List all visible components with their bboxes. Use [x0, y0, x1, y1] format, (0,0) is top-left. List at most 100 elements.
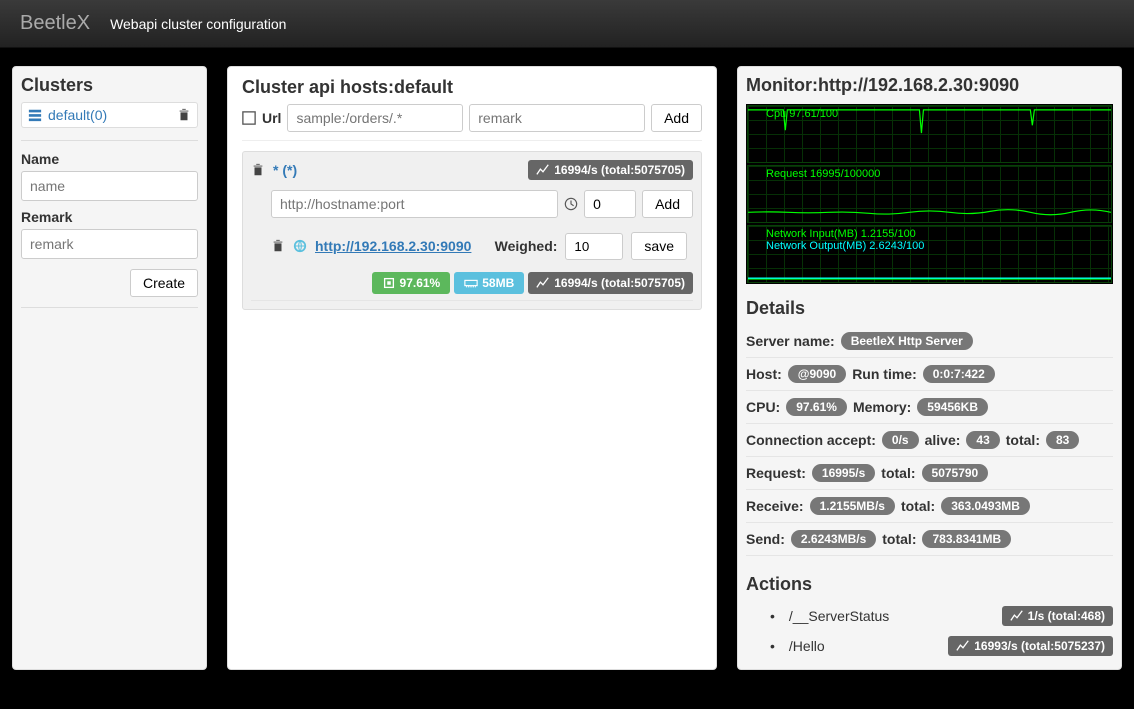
- divider: [21, 140, 198, 141]
- recv-total-v: 363.0493MB: [941, 497, 1030, 515]
- cpu-chart: Cpu 97.61/100: [747, 105, 1112, 163]
- list-icon: [28, 108, 42, 122]
- action-item: /__ServerStatus 1/s (total:468): [770, 601, 1113, 631]
- detail-request: Request: 16995/s total: 5075790: [746, 457, 1113, 490]
- cpu-icon: [382, 276, 396, 290]
- host-input[interactable]: [271, 190, 558, 218]
- action-rate-badge: 16993/s (total:5075237): [948, 636, 1113, 656]
- add-host-button[interactable]: Add: [642, 190, 693, 218]
- create-button[interactable]: Create: [130, 269, 198, 297]
- cpu-badge: 97.61%: [372, 272, 451, 294]
- host-k: Host:: [746, 366, 782, 382]
- send-total-v: 783.8341MB: [922, 530, 1011, 548]
- remark-label: Remark: [21, 209, 198, 225]
- cluster-link[interactable]: default(0): [48, 107, 171, 123]
- weighed-input[interactable]: [565, 233, 623, 260]
- trash-icon[interactable]: [177, 108, 191, 122]
- save-button[interactable]: save: [631, 232, 687, 260]
- server-rate-text: 16994/s (total:5075705): [554, 276, 685, 290]
- monitor-title: Monitor:http://192.168.2.30:9090: [746, 75, 1113, 96]
- req-k: Request:: [746, 465, 806, 481]
- detail-conn: Connection accept: 0/s alive: 43 total: …: [746, 424, 1113, 457]
- hosts-title-prefix: Cluster api hosts:: [242, 77, 394, 97]
- url-remark-input[interactable]: [469, 104, 645, 132]
- send-total-k: total:: [882, 531, 916, 547]
- server-rate-badge: 16994/s (total:5075705): [528, 272, 693, 294]
- weight-input[interactable]: [584, 190, 636, 218]
- chart-icon: [536, 276, 550, 290]
- req-v: 16995/s: [812, 464, 875, 482]
- alive-v: 43: [966, 431, 999, 449]
- checkbox-icon[interactable]: [242, 111, 256, 125]
- detail-cpu: CPU: 97.61% Memory: 59456KB: [746, 391, 1113, 424]
- divider: [21, 307, 198, 308]
- url-input[interactable]: [287, 104, 463, 132]
- monitor-title-prefix: Monitor:: [746, 75, 818, 95]
- clock-icon: [564, 197, 578, 211]
- action-item: /Hello 16993/s (total:5075237): [770, 631, 1113, 661]
- server-stats-row: 97.61% 58MB 16994/s (total:5075705): [251, 272, 693, 301]
- net-out-label: Network Output(MB) 2.6243/100: [766, 240, 924, 252]
- mem-badge: 58MB: [454, 272, 524, 294]
- send-v: 2.6243MB/s: [791, 530, 876, 548]
- chart-icon: [956, 639, 970, 653]
- action-rate-text: 1/s (total:468): [1028, 609, 1105, 623]
- server-row: http://192.168.2.30:9090 Weighed: save: [251, 230, 693, 262]
- network-chart: Network Input(MB) 1.2155/100 Network Out…: [747, 225, 1112, 283]
- url-add-row: Url Add: [242, 104, 702, 141]
- cpu-chart-label: Cpu 97.61/100: [766, 108, 838, 120]
- chart-icon: [536, 163, 550, 177]
- hosts-panel: Cluster api hosts:default Url Add * (*) …: [227, 66, 717, 670]
- navbar: BeetleX Webapi cluster configuration: [0, 0, 1134, 48]
- add-url-button[interactable]: Add: [651, 104, 702, 132]
- action-path: /__ServerStatus: [789, 608, 994, 624]
- recv-v: 1.2155MB/s: [810, 497, 895, 515]
- details-title: Details: [746, 298, 1113, 319]
- route-box: * (*) 16994/s (total:5075705) Add: [242, 151, 702, 310]
- navbar-subtitle: Webapi cluster configuration: [110, 16, 286, 32]
- memory-icon: [464, 276, 478, 290]
- trash-icon[interactable]: [271, 239, 285, 253]
- cluster-item[interactable]: default(0): [21, 102, 198, 128]
- mem-k: Memory:: [853, 399, 911, 415]
- conn-total-v: 83: [1046, 431, 1079, 449]
- detail-host: Host: @9090 Run time: 0:0:7:422: [746, 358, 1113, 391]
- alive-k: alive:: [925, 432, 961, 448]
- runtime-k: Run time:: [852, 366, 917, 382]
- request-chart-label: Request 16995/100000: [766, 168, 880, 180]
- hosts-title: Cluster api hosts:default: [242, 77, 702, 98]
- trash-icon[interactable]: [251, 163, 265, 177]
- action-path: /Hello: [789, 638, 940, 654]
- runtime-v: 0:0:7:422: [923, 365, 995, 383]
- monitor-panel: Monitor:http://192.168.2.30:9090 Cpu 97.…: [737, 66, 1122, 670]
- detail-send: Send: 2.6243MB/s total: 783.8341MB: [746, 523, 1113, 556]
- url-label: Url: [262, 110, 281, 126]
- clusters-title: Clusters: [21, 75, 198, 96]
- server-name-k: Server name:: [746, 333, 835, 349]
- hosts-title-value: default: [394, 77, 453, 97]
- server-link[interactable]: http://192.168.2.30:9090: [315, 238, 487, 254]
- net-in-label: Network Input(MB) 1.2155/100: [766, 228, 916, 240]
- host-add-row: Add: [251, 190, 693, 218]
- weighed-label: Weighed:: [495, 238, 558, 254]
- cpu-k: CPU:: [746, 399, 780, 415]
- conn-accept-k: Connection accept:: [746, 432, 876, 448]
- route-rate-badge: 16994/s (total:5075705): [528, 160, 693, 180]
- route-rate-text: 16994/s (total:5075705): [554, 163, 685, 177]
- detail-servername: Server name: BeetleX Http Server: [746, 325, 1113, 358]
- req-total-v: 5075790: [922, 464, 989, 482]
- server-icon: [293, 239, 307, 253]
- monitor-title-value: http://192.168.2.30:9090: [818, 75, 1019, 95]
- mem-v: 59456KB: [917, 398, 988, 416]
- remark-input[interactable]: [21, 229, 198, 259]
- request-chart: Request 16995/100000: [747, 165, 1112, 223]
- name-input[interactable]: [21, 171, 198, 201]
- clusters-panel: Clusters default(0) Name Remark Create: [12, 66, 207, 670]
- route-pattern: * (*): [273, 162, 520, 178]
- detail-receive: Receive: 1.2155MB/s total: 363.0493MB: [746, 490, 1113, 523]
- brand: BeetleX: [20, 12, 90, 35]
- conn-total-k: total:: [1006, 432, 1040, 448]
- cpu-badge-text: 97.61%: [400, 276, 441, 290]
- actions-title: Actions: [746, 574, 1113, 595]
- chart-icon: [1010, 609, 1024, 623]
